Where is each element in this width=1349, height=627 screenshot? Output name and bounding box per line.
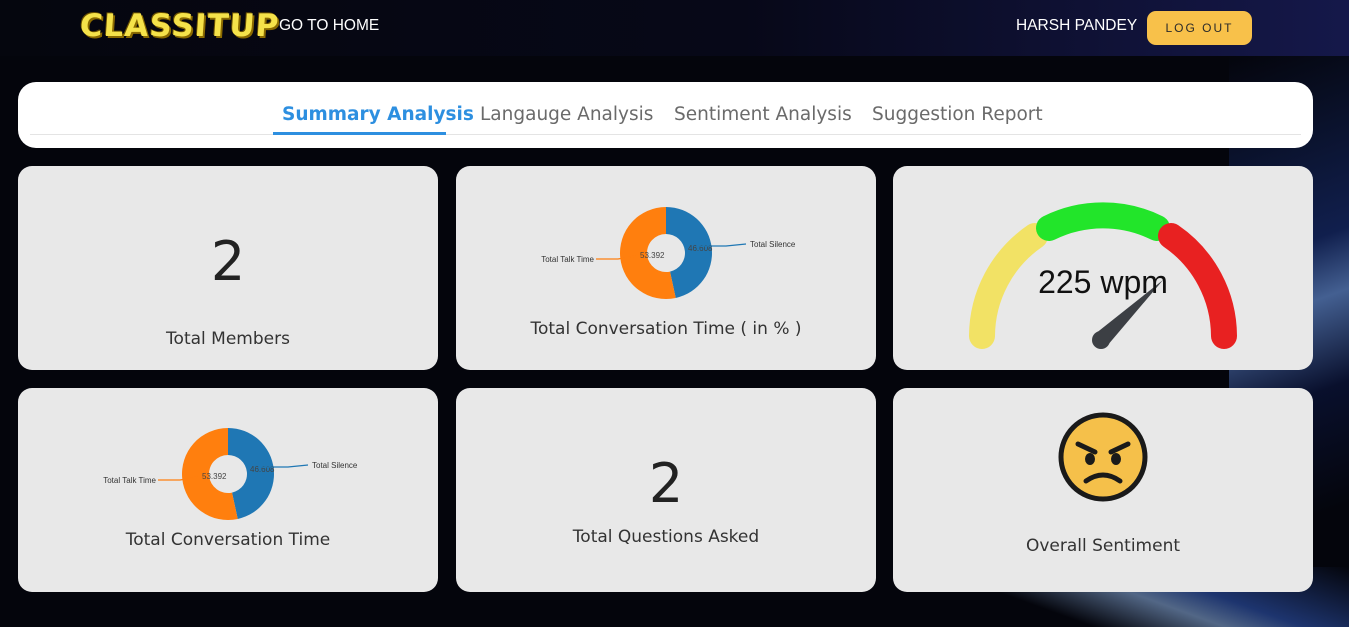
conversation-percent-label: Total Conversation Time ( in % ) [530, 319, 802, 339]
total-questions-label: Total Questions Asked [572, 527, 760, 547]
conversation-time-label: Total Conversation Time [125, 530, 331, 550]
donut-category-label: Total Talk Time [541, 255, 594, 264]
tab-sentiment-analysis[interactable]: Sentiment Analysis [674, 104, 852, 125]
total-members-card: 2 Total Members [18, 166, 438, 370]
total-members-label: Total Members [166, 329, 290, 349]
conversation-time-card: 46.608 Total Silence 53.392 Total Talk Time… [18, 388, 438, 592]
angry-face-icon [1058, 412, 1148, 502]
total-questions-card: 2 Total Questions Asked [456, 388, 876, 592]
donut-category-label: Total Silence [312, 461, 358, 470]
donut-value-label: 53.392 [202, 472, 227, 481]
speed-value: 225 wpm [1038, 264, 1168, 300]
active-tab-indicator [273, 132, 446, 135]
go-home-link[interactable]: GO TO HOME [279, 17, 379, 35]
donut-value-label: 46.608 [250, 465, 275, 474]
user-name: HARSH PANDEY [1016, 17, 1138, 34]
top-navbar: CLASSITUP GO TO HOME HARSH PANDEY LOG OU… [0, 0, 1349, 56]
donut-value-label: 53.392 [640, 251, 665, 260]
analysis-tabs: Summary Analysis Langauge Analysis Senti… [18, 82, 1313, 148]
overall-sentiment-label: Overall Sentiment [1025, 536, 1181, 556]
donut-chart-percent: 46.608 Total Silence 53.392 Total Talk Time [541, 207, 796, 299]
tab-language-analysis[interactable]: Langauge Analysis [480, 104, 653, 125]
speaking-speed-card: 225 wpm [893, 166, 1313, 370]
app-logo[interactable]: CLASSITUP [79, 8, 281, 44]
donut-chart-time: 46.608 Total Silence 53.392 Total Talk Time [103, 428, 358, 520]
tab-suggestion-report[interactable]: Suggestion Report [872, 104, 1043, 125]
gauge-segment-normal [1036, 202, 1170, 241]
logout-button[interactable]: LOG OUT [1147, 11, 1252, 45]
donut-category-label: Total Talk Time [103, 476, 156, 485]
total-questions-value: 2 [648, 452, 684, 515]
total-members-value: 2 [210, 230, 246, 293]
donut-value-label: 46.608 [688, 244, 713, 253]
tabs-divider [30, 134, 1301, 135]
overall-sentiment-card: Overall Sentiment [893, 388, 1313, 592]
donut-category-label: Total Silence [750, 240, 796, 249]
tab-summary-analysis[interactable]: Summary Analysis [282, 104, 474, 125]
conversation-percent-card: 46.608 Total Silence 53.392 Total Talk Time… [456, 166, 876, 370]
